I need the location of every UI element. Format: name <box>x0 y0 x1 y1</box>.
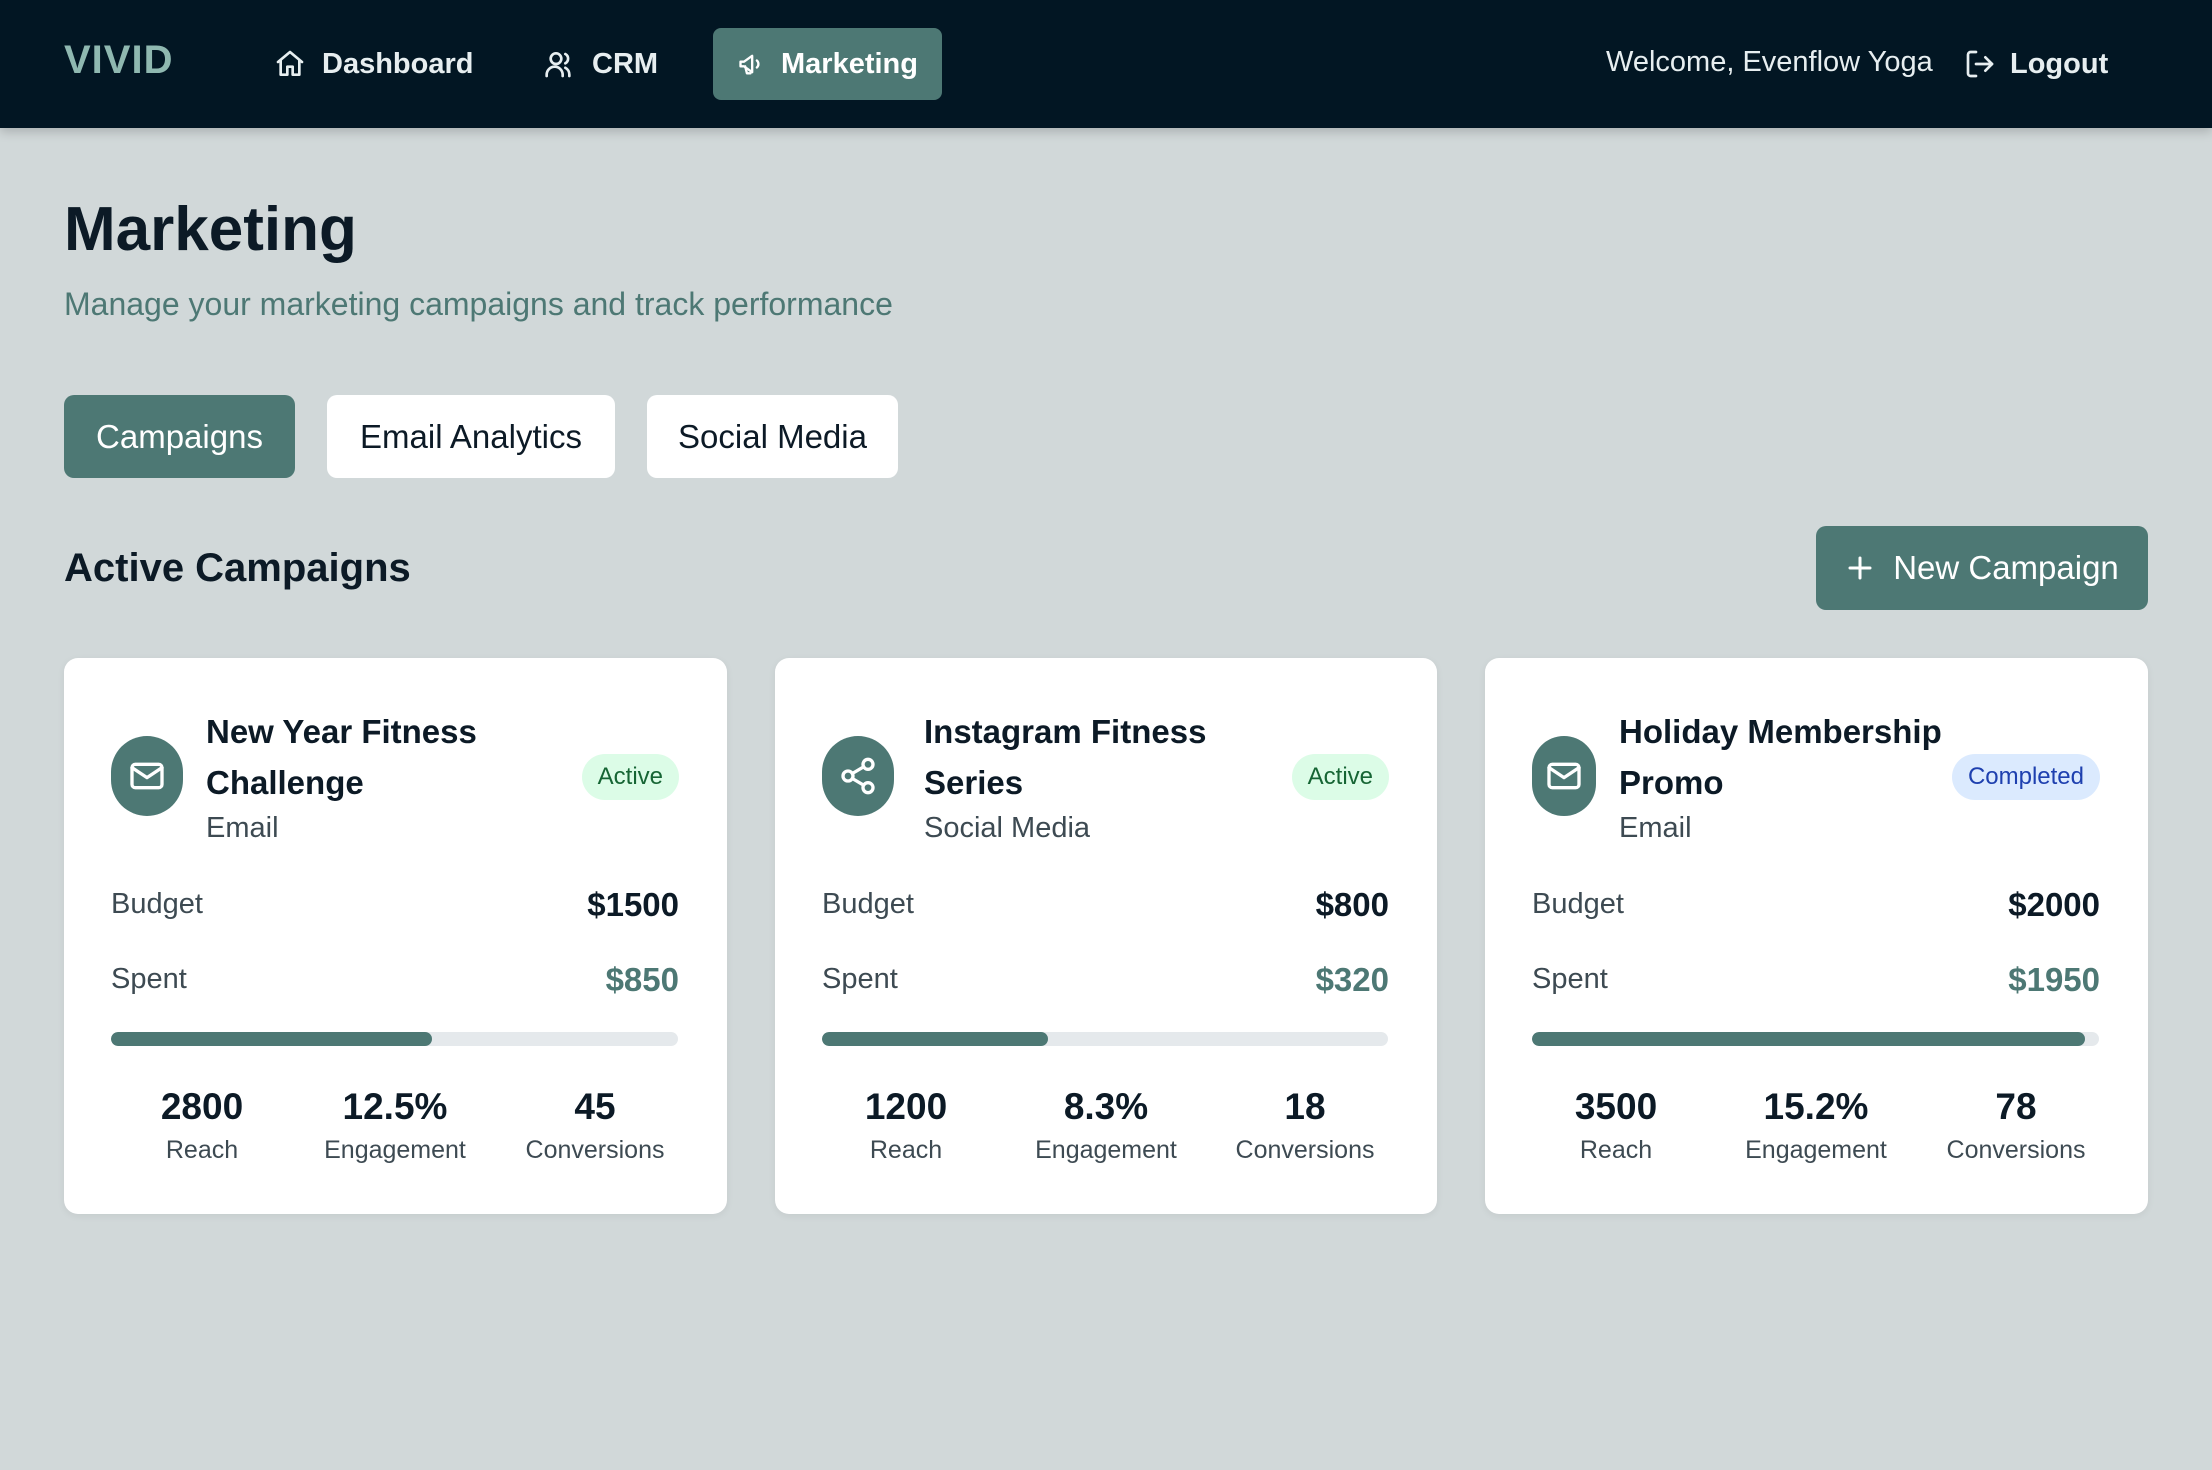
campaign-icon-badge <box>1532 736 1596 816</box>
conversions-value: 18 <box>1284 1086 1326 1127</box>
campaign-name: Instagram Fitness Series <box>924 713 1207 801</box>
engagement-label: Engagement <box>1745 1136 1887 1164</box>
reach-value: 2800 <box>160 1086 244 1127</box>
top-navbar: VIVID Dashboard CRM Marketing Welcome, E… <box>0 0 2212 128</box>
reach-label: Reach <box>869 1136 943 1164</box>
tab-social-media[interactable]: Social Media <box>647 395 898 478</box>
spend-progress-bar <box>111 1032 678 1046</box>
conversions-stat: 18 Conversions <box>1205 1082 1405 1165</box>
conversions-stat: 45 Conversions <box>495 1082 695 1165</box>
logout-button[interactable]: Logout <box>1964 28 2108 100</box>
engagement-stat: 8.3% Engagement <box>1006 1082 1206 1165</box>
spend-progress-fill <box>111 1032 433 1046</box>
reach-label: Reach <box>1579 1136 1653 1164</box>
share-icon <box>841 757 875 795</box>
conversions-value: 45 <box>574 1086 616 1127</box>
tab-email-analytics[interactable]: Email Analytics <box>327 395 615 478</box>
new-campaign-label: New Campaign <box>1893 549 2119 586</box>
conversions-stat: 78 Conversions <box>1916 1082 2116 1165</box>
reach-stat: 1200 Reach <box>806 1082 1006 1165</box>
campaign-type: Social Media <box>924 812 1091 844</box>
spent-value: $1950 <box>2008 961 2100 998</box>
spend-progress-fill <box>822 1032 1049 1046</box>
status-badge: Completed <box>1951 754 2100 800</box>
logout-label: Logout <box>2010 47 2109 80</box>
conversions-label: Conversions <box>1946 1136 2086 1164</box>
budget-value: $1500 <box>587 886 679 923</box>
welcome-message: Welcome, Evenflow Yoga <box>1606 46 1933 78</box>
conversions-label: Conversions <box>525 1136 665 1164</box>
plus-icon <box>1848 556 1872 580</box>
engagement-stat: 15.2% Engagement <box>1716 1082 1916 1165</box>
nav-marketing[interactable]: Marketing <box>713 28 942 100</box>
budget-value: $2000 <box>2008 886 2100 923</box>
section-title: Active Campaigns <box>64 546 411 590</box>
nav-crm-label: CRM <box>592 47 659 80</box>
spent-label: Spent <box>1532 963 1608 995</box>
status-badge: Active <box>581 754 679 800</box>
campaign-name: Holiday Membership Promo <box>1619 713 1942 801</box>
nav-dashboard[interactable]: Dashboard <box>250 28 497 100</box>
engagement-stat: 12.5% Engagement <box>295 1082 495 1165</box>
users-icon <box>545 52 571 78</box>
nav-crm[interactable]: CRM <box>520 28 682 100</box>
reach-stat: 3500 Reach <box>1516 1082 1716 1165</box>
campaign-icon-badge <box>111 736 183 816</box>
reach-stat: 2800 Reach <box>102 1082 302 1165</box>
campaign-type: Email <box>206 812 279 844</box>
logout-icon <box>1966 50 1994 78</box>
nav-dashboard-label: Dashboard <box>322 47 474 80</box>
engagement-label: Engagement <box>1035 1136 1177 1164</box>
page-subtitle: Manage your marketing campaigns and trac… <box>64 286 893 322</box>
spent-value: $850 <box>605 961 679 998</box>
engagement-value: 15.2% <box>1763 1086 1869 1127</box>
budget-value: $800 <box>1315 886 1389 923</box>
campaign-card[interactable]: Instagram Fitness Series Social Media Ac… <box>775 658 1437 1214</box>
new-campaign-button[interactable]: New Campaign <box>1816 526 2148 610</box>
tab-campaigns[interactable]: Campaigns <box>64 395 295 478</box>
campaign-card[interactable]: Holiday Membership Promo Email Completed… <box>1485 658 2148 1214</box>
campaign-type: Email <box>1619 812 1692 844</box>
campaign-icon-badge <box>822 736 894 816</box>
spend-progress-fill <box>1532 1032 2085 1046</box>
engagement-value: 8.3% <box>1063 1086 1149 1127</box>
page-title: Marketing <box>64 195 357 264</box>
status-badge: Active <box>1291 754 1389 800</box>
reach-value: 3500 <box>1574 1086 1658 1127</box>
spent-label: Spent <box>822 963 898 995</box>
engagement-label: Engagement <box>324 1136 466 1164</box>
spend-progress-bar <box>822 1032 1388 1046</box>
mail-icon <box>1547 762 1581 790</box>
reach-value: 1200 <box>864 1086 948 1127</box>
mail-icon <box>130 762 164 790</box>
spent-value: $320 <box>1315 961 1389 998</box>
spend-progress-bar <box>1532 1032 2099 1046</box>
nav-marketing-label: Marketing <box>781 47 918 80</box>
conversions-value: 78 <box>1995 1086 2037 1127</box>
conversions-label: Conversions <box>1235 1136 1375 1164</box>
budget-label: Budget <box>1532 888 1624 920</box>
budget-label: Budget <box>822 888 914 920</box>
megaphone-icon <box>739 54 760 75</box>
engagement-value: 12.5% <box>342 1086 448 1127</box>
home-icon <box>276 50 304 76</box>
campaign-name: New Year Fitness Challenge <box>206 713 477 801</box>
budget-label: Budget <box>111 888 203 920</box>
spent-label: Spent <box>111 963 187 995</box>
reach-label: Reach <box>165 1136 239 1164</box>
campaign-card[interactable]: New Year Fitness Challenge Email Active … <box>64 658 727 1214</box>
brand-logo[interactable]: VIVID <box>64 38 173 83</box>
